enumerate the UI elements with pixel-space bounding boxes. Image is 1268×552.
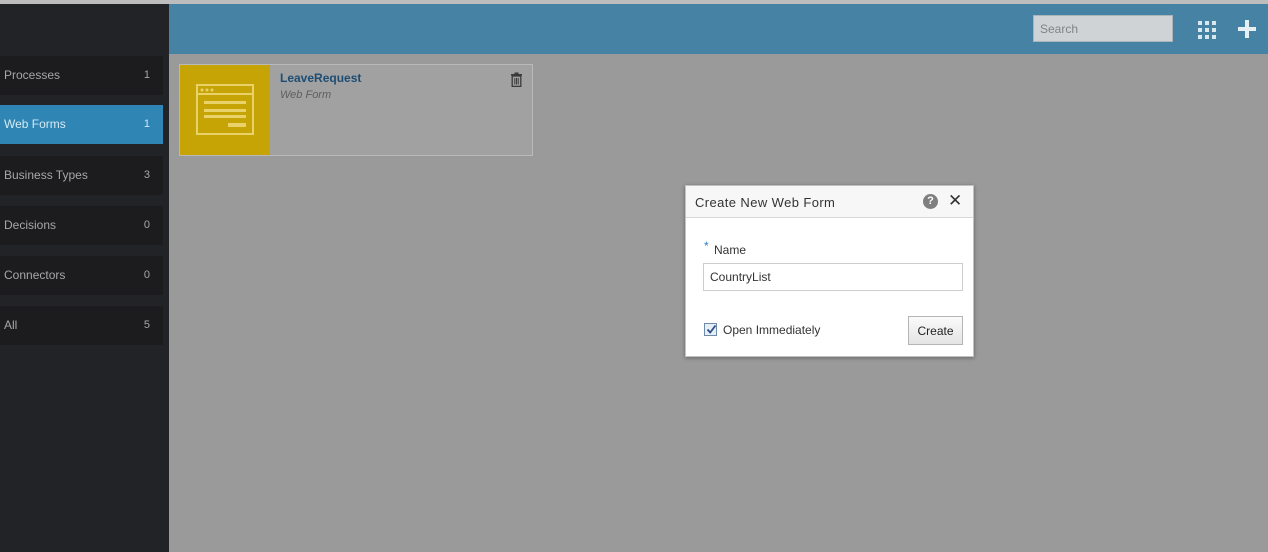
plus-icon[interactable] xyxy=(1237,19,1257,39)
sidebar-item-decisions[interactable]: Decisions 0 xyxy=(0,206,163,245)
web-form-card[interactable]: LeaveRequest Web Form xyxy=(179,64,533,156)
card-subtitle: Web Form xyxy=(280,89,332,101)
sidebar-item-count: 5 xyxy=(143,319,150,331)
sidebar-item-label: Web Forms xyxy=(4,117,66,131)
grid-view-icon[interactable] xyxy=(1198,21,1216,39)
name-input[interactable] xyxy=(703,263,963,291)
sidebar-item-processes[interactable]: Processes 1 xyxy=(0,56,163,95)
sidebar-item-label: Decisions xyxy=(4,218,57,232)
open-immediately-checkbox[interactable] xyxy=(704,323,717,336)
name-label: Name xyxy=(714,243,747,257)
sidebar-item-label: Processes xyxy=(4,68,61,82)
dialog-title: Create New Web Form xyxy=(695,195,836,210)
checkmark-icon xyxy=(706,324,717,334)
dialog-header: Create New Web Form ? ✕ xyxy=(686,186,973,218)
sidebar-item-count: 1 xyxy=(143,69,150,81)
open-immediately-label: Open Immediately xyxy=(723,323,821,337)
sidebar-item-count: 1 xyxy=(143,118,150,130)
create-web-form-dialog: Create New Web Form ? ✕ * Name Open Imme… xyxy=(685,185,974,357)
help-icon[interactable]: ? xyxy=(923,194,938,209)
sidebar-item-connectors[interactable]: Connectors 0 xyxy=(0,256,163,295)
sidebar-item-count: 0 xyxy=(143,269,150,281)
sidebar-item-web-forms[interactable]: Web Forms 1 xyxy=(0,105,163,144)
card-thumbnail xyxy=(180,65,270,155)
card-title[interactable]: LeaveRequest xyxy=(280,71,361,85)
sidebar: Processes 1 Web Forms 1 Business Types 3… xyxy=(0,4,169,552)
required-marker: * xyxy=(704,239,709,253)
sidebar-item-label: Business Types xyxy=(4,168,88,182)
sidebar-item-count: 0 xyxy=(143,219,150,231)
sidebar-item-all[interactable]: All 5 xyxy=(0,306,163,345)
sidebar-item-label: All xyxy=(4,318,18,332)
header-bar xyxy=(169,4,1268,54)
sidebar-item-business-types[interactable]: Business Types 3 xyxy=(0,156,163,195)
sidebar-item-label: Connectors xyxy=(4,268,66,282)
close-icon[interactable]: ✕ xyxy=(948,192,962,209)
web-form-icon xyxy=(196,84,254,135)
sidebar-item-count: 3 xyxy=(143,169,150,181)
create-button[interactable]: Create xyxy=(908,316,963,345)
search-input[interactable] xyxy=(1033,15,1173,42)
trash-icon[interactable] xyxy=(510,72,523,88)
